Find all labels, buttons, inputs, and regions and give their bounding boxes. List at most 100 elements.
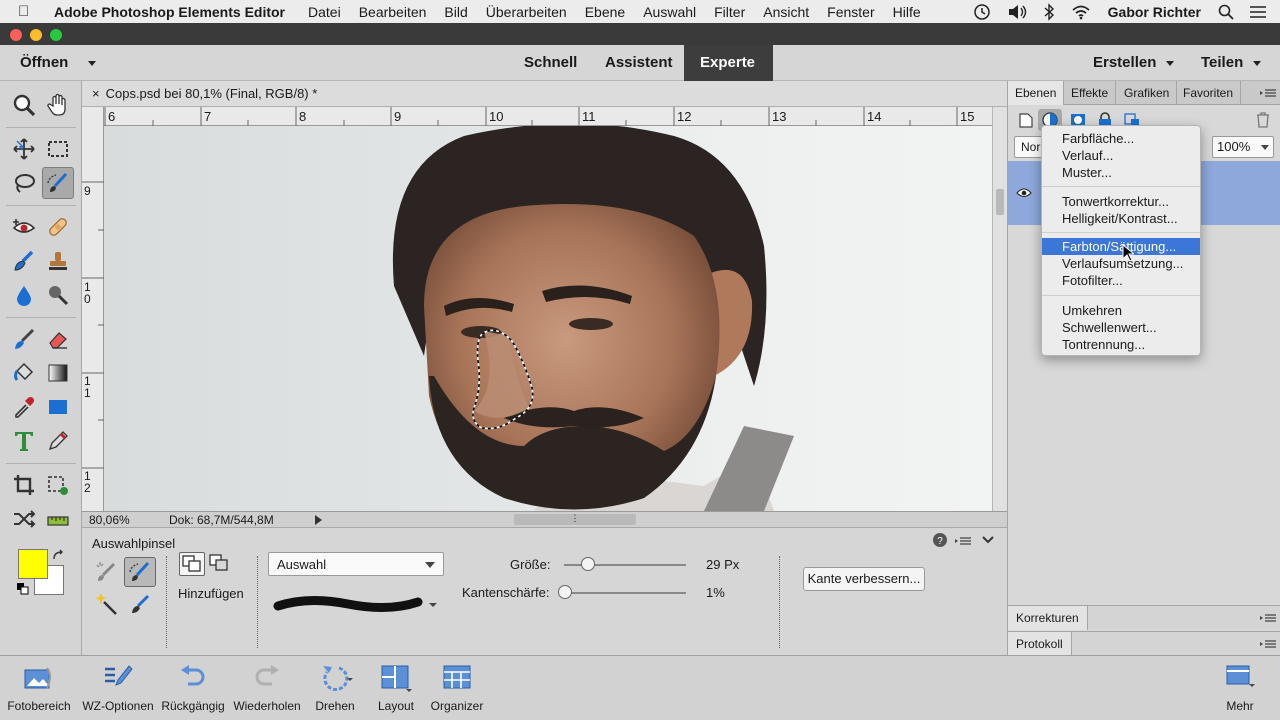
horizontal-scroll-thumb[interactable]: ⋮ <box>514 514 636 525</box>
spot-healing-tool[interactable] <box>42 211 74 243</box>
menu-item-tonwertkorrektur[interactable]: Tonwertkorrektur... <box>1042 193 1200 210</box>
selection-mode-select[interactable]: Auswahl <box>268 552 444 576</box>
undo-button[interactable]: Rückgängig <box>158 656 228 720</box>
move-tool[interactable] <box>8 133 40 165</box>
recompose-tool[interactable] <box>42 469 74 501</box>
spotlight-search-icon[interactable] <box>1218 4 1234 20</box>
brush-tool[interactable] <box>8 323 40 355</box>
close-document-icon[interactable]: × <box>92 86 100 101</box>
create-button[interactable]: Erstellen <box>1093 45 1175 81</box>
panel-menu-icon[interactable] <box>1260 87 1276 99</box>
hand-tool[interactable] <box>42 89 74 121</box>
document-tab[interactable]: × Cops.psd bei 80,1% (Final, RGB/8) * <box>82 81 1007 107</box>
panel-menu-icon[interactable] <box>1260 638 1276 650</box>
lasso-tool[interactable] <box>8 167 40 199</box>
brush-preset-picker[interactable] <box>268 588 444 624</box>
zoom-tool[interactable] <box>8 89 40 121</box>
swap-colors-icon[interactable] <box>52 549 66 563</box>
image-canvas[interactable] <box>104 126 992 511</box>
paint-bucket-tool[interactable] <box>8 357 40 389</box>
menu-item-helligkeit-kontrast[interactable]: Helligkeit/Kontrast... <box>1042 210 1200 227</box>
menu-auswahl[interactable]: Auswahl <box>643 4 696 20</box>
help-icon[interactable]: ? <box>933 533 947 547</box>
more-button[interactable]: Mehr <box>1218 656 1262 720</box>
mode-schnell[interactable]: Schnell <box>524 45 577 81</box>
menu-item-farbflaeche[interactable]: Farbfläche... <box>1042 130 1200 147</box>
refine-edge-button[interactable]: Kante verbessern... <box>803 567 925 591</box>
tool-options-button[interactable]: WZ-Optionen <box>78 656 158 720</box>
minimize-window-icon[interactable] <box>30 29 42 41</box>
panel-menu-icon[interactable] <box>1260 612 1276 624</box>
menu-ueberarbeiten[interactable]: Überarbeiten <box>486 4 567 20</box>
menu-ansicht[interactable]: Ansicht <box>763 4 809 20</box>
tab-favoriten[interactable]: Favoriten <box>1176 81 1242 105</box>
selection-brush-option[interactable] <box>124 557 156 587</box>
bluetooth-icon[interactable] <box>1043 2 1055 21</box>
vertical-scrollbar[interactable] <box>992 107 1007 511</box>
menu-item-muster[interactable]: Muster... <box>1042 164 1200 181</box>
menu-fenster[interactable]: Fenster <box>827 4 874 20</box>
foreground-color-swatch[interactable] <box>18 549 48 579</box>
crop-tool[interactable] <box>8 469 40 501</box>
trash-icon[interactable] <box>1256 112 1270 128</box>
mode-assistent[interactable]: Assistent <box>605 45 673 81</box>
magic-wand-option[interactable] <box>94 592 120 618</box>
menu-filter[interactable]: Filter <box>714 4 745 20</box>
mode-experte[interactable]: Experte <box>684 45 773 81</box>
clone-stamp-tool[interactable] <box>42 245 74 277</box>
menu-item-schwellenwert[interactable]: Schwellenwert... <box>1042 319 1200 336</box>
share-button[interactable]: Teilen <box>1201 45 1262 81</box>
edge-slider-track[interactable] <box>564 592 686 594</box>
apple-icon[interactable]:  <box>18 3 36 20</box>
menu-item-verlauf[interactable]: Verlauf... <box>1042 147 1200 164</box>
quick-selection-option[interactable] <box>128 592 154 618</box>
eraser-tool[interactable] <box>42 323 74 355</box>
blur-tool[interactable] <box>8 279 40 311</box>
scroll-thumb[interactable] <box>996 189 1004 215</box>
red-eye-tool[interactable] <box>8 211 40 243</box>
layout-button[interactable]: Layout <box>370 656 422 720</box>
menu-item-farbton-saettigung[interactable]: Farbton/Sättigung... <box>1042 238 1200 255</box>
status-menu-arrow-icon[interactable] <box>315 515 322 525</box>
eyedropper-tool[interactable] <box>8 391 40 423</box>
photo-bin-button[interactable]: Fotobereich <box>0 656 78 720</box>
marquee-tool[interactable] <box>42 133 74 165</box>
menu-item-verlaufsumsetzung[interactable]: Verlaufsumsetzung... <box>1042 255 1200 272</box>
pencil-tool[interactable] <box>42 425 74 457</box>
gradient-tool[interactable] <box>42 357 74 389</box>
edge-slider-knob[interactable] <box>558 585 573 599</box>
add-mode-button[interactable] <box>179 552 205 576</box>
wifi-icon[interactable] <box>1071 4 1091 20</box>
content-aware-move-tool[interactable] <box>8 503 40 535</box>
opacity-field[interactable]: 100% <box>1212 136 1274 158</box>
menu-bearbeiten[interactable]: Bearbeiten <box>359 4 427 20</box>
options-menu-icon[interactable] <box>955 535 971 547</box>
menu-item-fotofilter[interactable]: Fotofilter... <box>1042 272 1200 289</box>
type-tool[interactable] <box>8 425 40 457</box>
organizer-button[interactable]: Organizer <box>426 656 488 720</box>
new-layer-icon[interactable] <box>1018 112 1034 128</box>
user-name[interactable]: Gabor Richter <box>1108 4 1201 20</box>
menu-bild[interactable]: Bild <box>444 4 467 20</box>
visibility-eye-icon[interactable] <box>1016 187 1032 199</box>
corrections-panel-header[interactable]: Korrekturen <box>1008 605 1280 630</box>
menu-item-umkehren[interactable]: Umkehren <box>1042 302 1200 319</box>
open-button[interactable]: Öffnen <box>20 45 97 81</box>
rotate-button[interactable]: Drehen <box>306 656 364 720</box>
menu-datei[interactable]: Datei <box>308 4 341 20</box>
volume-icon[interactable] <box>1007 3 1027 21</box>
close-window-icon[interactable] <box>10 29 22 41</box>
tab-ebenen[interactable]: Ebenen <box>1008 81 1065 105</box>
tab-effekte[interactable]: Effekte <box>1064 81 1117 105</box>
menu-hilfe[interactable]: Hilfe <box>893 4 921 20</box>
straighten-tool[interactable] <box>42 503 74 535</box>
default-colors-icon[interactable] <box>17 583 29 595</box>
zoom-window-icon[interactable] <box>50 29 62 41</box>
size-slider-knob[interactable] <box>581 557 596 571</box>
selection-brush-tool[interactable] <box>42 167 74 199</box>
menu-ebene[interactable]: Ebene <box>585 4 625 20</box>
tab-grafiken[interactable]: Grafiken <box>1117 81 1178 105</box>
shape-tool[interactable] <box>42 391 74 423</box>
history-panel-header[interactable]: Protokoll <box>1008 631 1280 656</box>
app-name-menu[interactable]: Adobe Photoshop Elements Editor <box>54 4 285 20</box>
